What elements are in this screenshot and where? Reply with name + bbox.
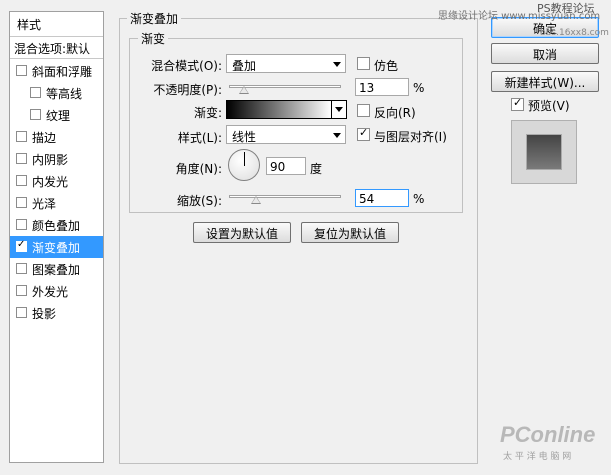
blend-mode-select[interactable]: 叠加 bbox=[226, 54, 346, 73]
angle-input[interactable]: 90 bbox=[266, 157, 306, 175]
style-item-drop-shadow[interactable]: 投影 bbox=[10, 302, 103, 324]
scale-unit: % bbox=[413, 192, 425, 206]
outer-glow-checkbox[interactable] bbox=[16, 285, 27, 296]
texture-checkbox[interactable] bbox=[30, 109, 41, 120]
stroke-checkbox[interactable] bbox=[16, 131, 27, 142]
chevron-down-icon bbox=[333, 62, 341, 67]
inner-glow-checkbox[interactable] bbox=[16, 175, 27, 186]
preview-checkbox[interactable] bbox=[511, 96, 524, 111]
style-item-label: 等高线 bbox=[46, 87, 83, 101]
gradient-preview[interactable] bbox=[226, 100, 332, 119]
new-style-button[interactable]: 新建样式(W)... bbox=[491, 71, 599, 92]
angle-unit: 度 bbox=[310, 162, 323, 176]
style-item-label: 光泽 bbox=[32, 197, 57, 211]
style-item-color-overlay[interactable]: 颜色叠加 bbox=[10, 214, 103, 236]
style-item-label: 斜面和浮雕 bbox=[32, 65, 93, 79]
style-item-label: 内发光 bbox=[32, 175, 69, 189]
pattern-overlay-checkbox[interactable] bbox=[16, 263, 27, 274]
gradient-overlay-checkbox[interactable] bbox=[16, 239, 27, 252]
blending-options-item[interactable]: 混合选项:默认 bbox=[10, 37, 103, 59]
style-item-label: 投影 bbox=[32, 307, 57, 321]
style-item-gradient-overlay[interactable]: 渐变叠加 bbox=[10, 236, 103, 258]
style-label: 样式(L): bbox=[177, 131, 222, 145]
make-default-button[interactable]: 设置为默认值 bbox=[193, 222, 291, 243]
angle-needle bbox=[244, 152, 245, 166]
styles-header[interactable]: 样式 bbox=[10, 12, 103, 37]
style-item-label: 描边 bbox=[32, 131, 57, 145]
style-item-label: 纹理 bbox=[46, 109, 71, 123]
style-item-bevel-emboss[interactable]: 斜面和浮雕 bbox=[10, 60, 103, 82]
preview-label: 预览(V) bbox=[528, 99, 570, 113]
gradient-style-select[interactable]: 线性 bbox=[226, 125, 346, 144]
gradient-subgroup-title: 渐变 bbox=[138, 30, 169, 47]
preview-swatch bbox=[527, 135, 561, 169]
opacity-unit: % bbox=[413, 81, 425, 95]
opacity-input[interactable]: 13 bbox=[355, 78, 409, 96]
gradient-label: 渐变: bbox=[193, 106, 222, 120]
color-overlay-checkbox[interactable] bbox=[16, 219, 27, 230]
drop-shadow-checkbox[interactable] bbox=[16, 307, 27, 318]
style-item-label: 外发光 bbox=[32, 285, 69, 299]
reverse-label: 反向(R) bbox=[374, 106, 416, 120]
style-item-label: 颜色叠加 bbox=[32, 219, 81, 233]
watermark-bbs: bbs.16xx8.com bbox=[540, 28, 609, 38]
dither-checkbox[interactable] bbox=[357, 57, 370, 70]
bevel-emboss-checkbox[interactable] bbox=[16, 65, 27, 76]
styles-list-panel: 样式 混合选项:默认 斜面和浮雕 等高线 纹理 描边 内阴影 内发光 光泽 颜色… bbox=[9, 11, 104, 463]
angle-label: 角度(N): bbox=[175, 162, 222, 176]
chevron-down-icon bbox=[333, 133, 341, 138]
watermark-ps-forum: PS教程论坛 bbox=[537, 2, 595, 15]
scale-label: 缩放(S): bbox=[176, 194, 222, 208]
scale-slider-thumb[interactable] bbox=[250, 196, 261, 204]
pconline-logo: PConline bbox=[500, 422, 596, 447]
align-with-layer-checkbox[interactable] bbox=[357, 126, 370, 141]
style-item-satin[interactable]: 光泽 bbox=[10, 192, 103, 214]
contour-checkbox[interactable] bbox=[30, 87, 41, 98]
reset-default-button[interactable]: 复位为默认值 bbox=[301, 222, 399, 243]
cancel-button[interactable]: 取消 bbox=[491, 43, 599, 64]
style-item-texture[interactable]: 纹理 bbox=[10, 104, 103, 126]
style-item-label: 渐变叠加 bbox=[32, 241, 81, 255]
blend-mode-label: 混合模式(O): bbox=[151, 59, 222, 73]
style-item-pattern-overlay[interactable]: 图案叠加 bbox=[10, 258, 103, 280]
style-item-inner-shadow[interactable]: 内阴影 bbox=[10, 148, 103, 170]
pconline-subtitle: 太 平 洋 电 脑 网 bbox=[503, 452, 572, 462]
opacity-label: 不透明度(P): bbox=[153, 83, 222, 97]
blend-mode-value: 叠加 bbox=[232, 59, 257, 73]
style-item-inner-glow[interactable]: 内发光 bbox=[10, 170, 103, 192]
angle-dial[interactable] bbox=[228, 149, 260, 181]
reverse-checkbox[interactable] bbox=[357, 104, 370, 117]
gradient-picker-dropdown[interactable] bbox=[331, 100, 347, 119]
style-item-label: 图案叠加 bbox=[32, 263, 81, 277]
style-preview-thumbnail bbox=[511, 120, 577, 184]
align-with-layer-label: 与图层对齐(I) bbox=[374, 130, 447, 144]
style-item-outer-glow[interactable]: 外发光 bbox=[10, 280, 103, 302]
style-item-stroke[interactable]: 描边 bbox=[10, 126, 103, 148]
style-item-label: 内阴影 bbox=[32, 153, 69, 167]
opacity-slider-thumb[interactable] bbox=[238, 86, 249, 94]
gradient-style-value: 线性 bbox=[232, 130, 257, 144]
scale-slider-track[interactable] bbox=[229, 195, 341, 198]
style-item-contour[interactable]: 等高线 bbox=[10, 82, 103, 104]
inner-shadow-checkbox[interactable] bbox=[16, 153, 27, 164]
scale-input[interactable]: 54 bbox=[355, 189, 409, 207]
satin-checkbox[interactable] bbox=[16, 197, 27, 208]
gradient-overlay-title: 渐变叠加 bbox=[127, 10, 182, 27]
dither-label: 仿色 bbox=[374, 59, 399, 73]
